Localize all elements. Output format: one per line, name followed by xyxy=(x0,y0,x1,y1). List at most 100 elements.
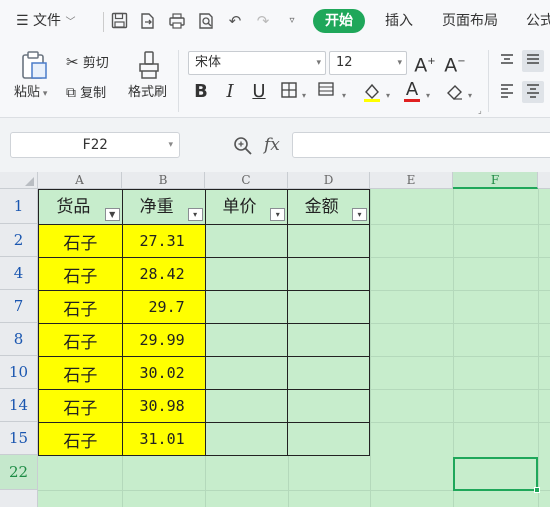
row-header-4[interactable]: 4 xyxy=(0,257,38,290)
customize-toolbar-icon[interactable]: ▿ xyxy=(283,12,301,30)
format-painter-icon[interactable] xyxy=(136,50,162,80)
align-top-icon[interactable] xyxy=(496,52,518,74)
cell-amount[interactable] xyxy=(287,356,370,390)
cell-goods[interactable]: 石子 xyxy=(38,290,123,324)
cell-unit-price[interactable] xyxy=(204,389,289,423)
increase-font-icon[interactable]: A+ xyxy=(414,51,436,76)
paste-icon[interactable] xyxy=(20,50,48,80)
row-header-2[interactable]: 2 xyxy=(0,224,38,257)
cell-unit-price[interactable] xyxy=(204,323,289,357)
cell-goods[interactable]: 石子 xyxy=(38,224,123,258)
row-header-22[interactable]: 22 xyxy=(0,455,38,490)
zoom-formula-icon[interactable] xyxy=(232,135,254,157)
cell-goods[interactable]: 石子 xyxy=(38,422,123,456)
cell-net-weight[interactable]: 30.02 xyxy=(121,356,206,390)
cell-net-weight[interactable]: 27.31 xyxy=(121,224,206,258)
row-header-14[interactable]: 14 xyxy=(0,389,38,422)
italic-icon[interactable]: I xyxy=(219,81,241,103)
chevron-down-icon[interactable]: ▾ xyxy=(386,91,390,100)
cell-amount[interactable] xyxy=(287,389,370,423)
file-menu[interactable]: ☰ 文件 ﹀ xyxy=(16,11,75,33)
bold-icon[interactable]: B xyxy=(190,81,212,103)
font-settings-launcher-icon[interactable]: ⌟ xyxy=(478,106,482,115)
tab-insert[interactable]: 插入 xyxy=(385,11,413,31)
align-middle-icon[interactable] xyxy=(522,50,544,72)
cell-net-weight[interactable]: 28.42 xyxy=(121,257,206,291)
formula-input[interactable] xyxy=(292,132,550,158)
insert-function-button[interactable]: fx xyxy=(264,132,280,158)
redo-icon[interactable]: ↷ xyxy=(254,12,272,30)
cell-goods[interactable]: 石子 xyxy=(38,356,123,390)
decrease-font-icon[interactable]: A− xyxy=(444,51,466,76)
header-cell-amount[interactable]: 金额 ▾ xyxy=(287,189,370,225)
cell-unit-price[interactable] xyxy=(204,257,289,291)
align-center-icon[interactable] xyxy=(522,81,544,103)
column-header-g[interactable] xyxy=(538,172,550,189)
borders-icon[interactable] xyxy=(278,81,300,103)
row-header-8[interactable]: 8 xyxy=(0,323,38,356)
column-header-e[interactable]: E xyxy=(370,172,453,189)
cell-unit-price[interactable] xyxy=(204,356,289,390)
font-color-icon[interactable]: A xyxy=(401,79,423,103)
print-preview-icon[interactable] xyxy=(197,12,215,30)
row-header-10[interactable]: 10 xyxy=(0,356,38,389)
row-header-1[interactable]: 1 xyxy=(0,189,38,224)
cell-net-weight[interactable]: 29.99 xyxy=(121,323,206,357)
filter-dropdown-icon[interactable]: ▾ xyxy=(187,208,203,221)
column-header-c[interactable]: C xyxy=(205,172,288,189)
spreadsheet-grid[interactable]: A B C D E F 1 2 4 7 8 10 14 15 22 货品 ▼ 净… xyxy=(0,172,550,507)
cell-net-weight[interactable]: 31.01 xyxy=(121,422,206,456)
font-size-select[interactable]: 12 ▾ xyxy=(329,51,407,75)
cell-amount[interactable] xyxy=(287,323,370,357)
cell-goods[interactable]: 石子 xyxy=(38,323,123,357)
row-header-15[interactable]: 15 xyxy=(0,422,38,455)
tab-formulas[interactable]: 公式 xyxy=(526,11,550,31)
cell-amount[interactable] xyxy=(287,257,370,291)
select-all-corner[interactable] xyxy=(0,172,38,189)
format-painter-button[interactable]: 格式刷 xyxy=(128,85,167,101)
save-icon[interactable] xyxy=(110,12,128,30)
tab-home[interactable]: 开始 xyxy=(313,9,365,33)
chevron-down-icon[interactable]: ▾ xyxy=(426,91,430,100)
filter-dropdown-icon[interactable]: ▾ xyxy=(270,208,286,221)
cut-button[interactable]: ✂ 剪切 xyxy=(66,54,109,72)
cell-net-weight[interactable]: 29.7 xyxy=(121,290,206,324)
cell-unit-price[interactable] xyxy=(204,290,289,324)
filter-active-icon[interactable]: ▼ xyxy=(104,208,120,221)
tab-page-layout[interactable]: 页面布局 xyxy=(442,11,498,31)
export-icon[interactable] xyxy=(139,12,157,30)
copy-button[interactable]: ⧉ 复制 xyxy=(66,85,106,102)
selected-cell-f22[interactable] xyxy=(453,457,540,493)
cell-amount[interactable] xyxy=(287,422,370,456)
row-header-7[interactable]: 7 xyxy=(0,290,38,323)
align-left-icon[interactable] xyxy=(496,81,518,103)
fill-color-icon[interactable] xyxy=(361,81,383,103)
column-header-b[interactable]: B xyxy=(122,172,205,189)
header-cell-net-weight[interactable]: 净重 ▾ xyxy=(121,189,206,225)
cell-net-weight[interactable]: 30.98 xyxy=(121,389,206,423)
fill-handle[interactable] xyxy=(534,487,540,493)
column-header-f[interactable]: F xyxy=(453,172,538,189)
header-cell-unit-price[interactable]: 单价 ▾ xyxy=(204,189,289,225)
paste-button[interactable]: 粘贴 ▾ xyxy=(14,85,47,102)
filter-dropdown-icon[interactable]: ▾ xyxy=(352,208,367,221)
chevron-down-icon[interactable]: ▾ xyxy=(342,91,346,100)
font-name-select[interactable]: 宋体 ▾ xyxy=(188,51,326,75)
cell-style-icon[interactable] xyxy=(316,81,338,103)
undo-icon[interactable]: ↶ xyxy=(226,12,244,30)
cell-unit-price[interactable] xyxy=(204,224,289,258)
name-box[interactable]: F22 ▾ xyxy=(10,132,180,158)
column-header-a[interactable]: A xyxy=(38,172,122,189)
chevron-down-icon[interactable]: ▾ xyxy=(302,91,306,100)
header-cell-goods[interactable]: 货品 ▼ xyxy=(38,189,123,225)
print-icon[interactable] xyxy=(168,12,186,30)
row-header-next[interactable] xyxy=(0,490,38,507)
eraser-icon[interactable] xyxy=(444,81,466,103)
chevron-down-icon[interactable]: ▾ xyxy=(468,91,472,100)
cell-unit-price[interactable] xyxy=(204,422,289,456)
cell-amount[interactable] xyxy=(287,224,370,258)
column-header-d[interactable]: D xyxy=(288,172,370,189)
cell-amount[interactable] xyxy=(287,290,370,324)
underline-icon[interactable]: U xyxy=(248,81,270,103)
cell-goods[interactable]: 石子 xyxy=(38,389,123,423)
